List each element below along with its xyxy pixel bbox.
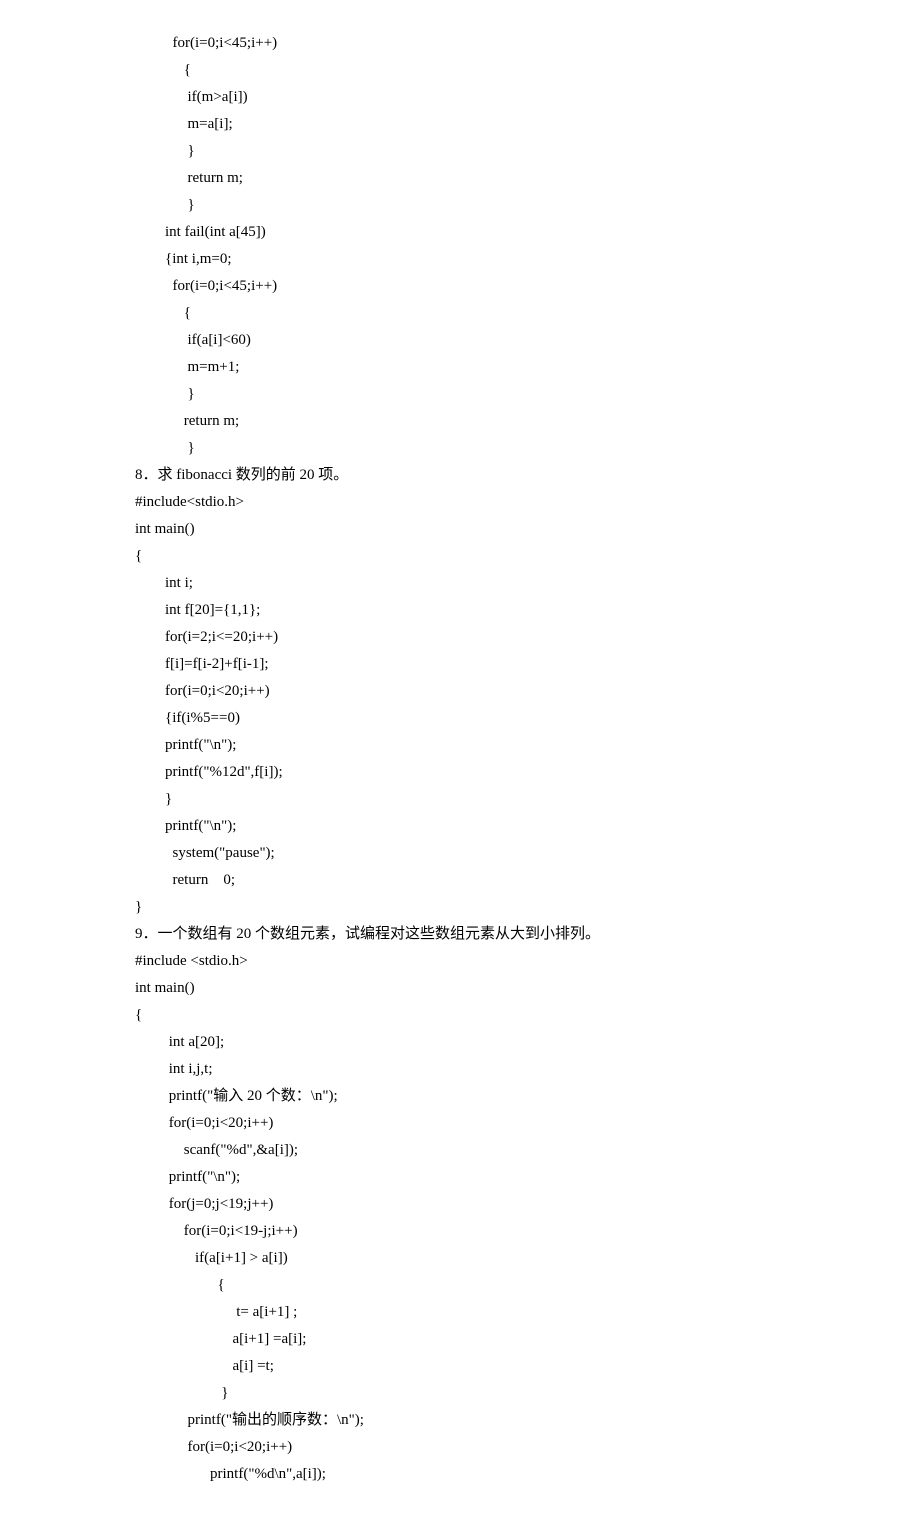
code-line: printf("输入 20 个数：\n"); bbox=[0, 1083, 920, 1110]
document-page: for(i=0;i<45;i++) { if(m>a[i]) m=a[i]; }… bbox=[0, 0, 920, 1528]
code-line: for(i=0;i<20;i++) bbox=[0, 1434, 920, 1461]
code-line: int fail(int a[45]) bbox=[0, 219, 920, 246]
code-line: f[i]=f[i-2]+f[i-1]; bbox=[0, 651, 920, 678]
code-line: a[i+1] =a[i]; bbox=[0, 1326, 920, 1353]
code-line: if(m>a[i]) bbox=[0, 84, 920, 111]
code-line: #include<stdio.h> bbox=[0, 489, 920, 516]
code-line: for(i=2;i<=20;i++) bbox=[0, 624, 920, 651]
code-line: a[i] =t; bbox=[0, 1353, 920, 1380]
code-line: 8．求 fibonacci 数列的前 20 项。 bbox=[0, 462, 920, 489]
code-line: for(i=0;i<19-j;i++) bbox=[0, 1218, 920, 1245]
code-line: } bbox=[0, 192, 920, 219]
code-line: return m; bbox=[0, 408, 920, 435]
code-line: int i,j,t; bbox=[0, 1056, 920, 1083]
code-line: printf("\n"); bbox=[0, 732, 920, 759]
code-line: for(i=0;i<20;i++) bbox=[0, 1110, 920, 1137]
code-line: for(j=0;j<19;j++) bbox=[0, 1191, 920, 1218]
code-line: int main() bbox=[0, 516, 920, 543]
code-line: for(i=0;i<45;i++) bbox=[0, 273, 920, 300]
code-line: if(a[i]<60) bbox=[0, 327, 920, 354]
code-line: m=m+1; bbox=[0, 354, 920, 381]
code-line: } bbox=[0, 381, 920, 408]
code-line: scanf("%d",&a[i]); bbox=[0, 1137, 920, 1164]
code-line: int a[20]; bbox=[0, 1029, 920, 1056]
code-line: printf("\n"); bbox=[0, 813, 920, 840]
code-line: { bbox=[0, 57, 920, 84]
code-line: } bbox=[0, 786, 920, 813]
code-line: printf("输出的顺序数：\n"); bbox=[0, 1407, 920, 1434]
code-line: } bbox=[0, 894, 920, 921]
code-line: system("pause"); bbox=[0, 840, 920, 867]
code-line: {int i,m=0; bbox=[0, 246, 920, 273]
code-line: { bbox=[0, 543, 920, 570]
code-line: { bbox=[0, 300, 920, 327]
code-line: int i; bbox=[0, 570, 920, 597]
code-line: #include <stdio.h> bbox=[0, 948, 920, 975]
code-line: 9．一个数组有 20 个数组元素，试编程对这些数组元素从大到小排列。 bbox=[0, 921, 920, 948]
code-line: for(i=0;i<20;i++) bbox=[0, 678, 920, 705]
code-line: printf("%d\n",a[i]); bbox=[0, 1461, 920, 1488]
code-line: m=a[i]; bbox=[0, 111, 920, 138]
code-line: int f[20]={1,1}; bbox=[0, 597, 920, 624]
code-line: { bbox=[0, 1002, 920, 1029]
code-line: return m; bbox=[0, 165, 920, 192]
code-line: printf("\n"); bbox=[0, 1164, 920, 1191]
code-line: } bbox=[0, 138, 920, 165]
code-line: for(i=0;i<45;i++) bbox=[0, 30, 920, 57]
code-line: int main() bbox=[0, 975, 920, 1002]
code-line: } bbox=[0, 435, 920, 462]
code-line: if(a[i+1] > a[i]) bbox=[0, 1245, 920, 1272]
code-line: return 0; bbox=[0, 867, 920, 894]
code-line: } bbox=[0, 1380, 920, 1407]
code-line: printf("%12d",f[i]); bbox=[0, 759, 920, 786]
code-line: { bbox=[0, 1272, 920, 1299]
code-line: t= a[i+1] ; bbox=[0, 1299, 920, 1326]
code-line: {if(i%5==0) bbox=[0, 705, 920, 732]
